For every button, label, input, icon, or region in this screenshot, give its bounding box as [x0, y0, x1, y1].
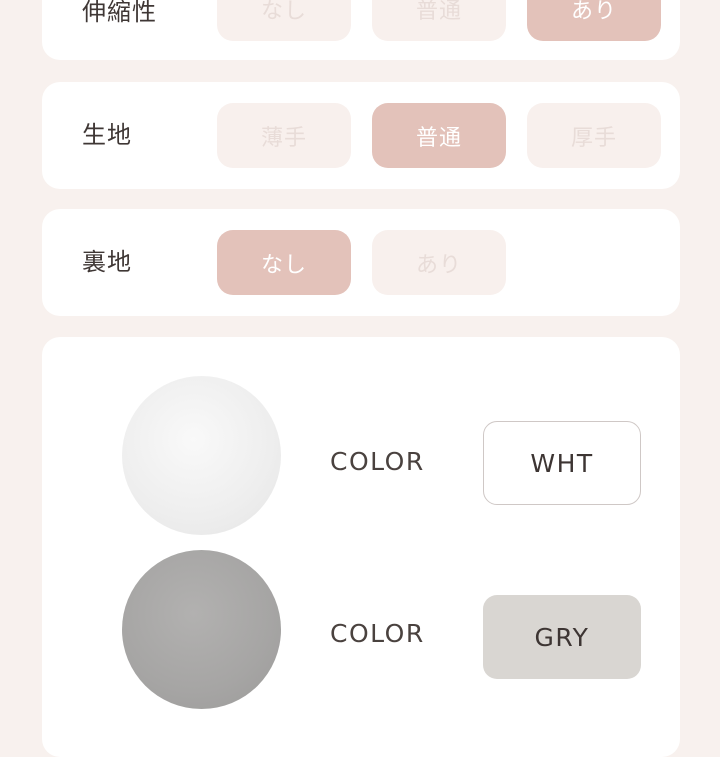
- color-code-white: WHT: [483, 421, 641, 505]
- color-code-gray: GRY: [483, 595, 641, 679]
- fabric-card: 生地 薄手 普通 厚手: [42, 82, 680, 189]
- color-label-gray: COLOR: [330, 619, 425, 648]
- color-swatch-gray: [122, 550, 281, 709]
- lining-card: 裏地 なし あり: [42, 209, 680, 316]
- stretch-option-normal[interactable]: 普通: [372, 0, 506, 41]
- stretch-option-yes[interactable]: あり: [527, 0, 661, 41]
- stretch-option-none[interactable]: なし: [217, 0, 351, 41]
- color-code-white-text: WHT: [530, 448, 594, 478]
- color-code-gray-text: GRY: [534, 622, 590, 652]
- fabric-option-normal[interactable]: 普通: [372, 103, 506, 168]
- lining-option-yes[interactable]: あり: [372, 230, 506, 295]
- stretch-label: 伸縮性: [82, 0, 157, 26]
- fabric-option-thin[interactable]: 薄手: [217, 103, 351, 168]
- fabric-label: 生地: [82, 121, 132, 149]
- color-swatch-white: [122, 376, 281, 535]
- colors-card: COLOR WHT COLOR GRY: [42, 337, 680, 757]
- lining-option-none[interactable]: なし: [217, 230, 351, 295]
- fabric-option-thick[interactable]: 厚手: [527, 103, 661, 168]
- lining-label: 裏地: [82, 248, 132, 276]
- color-label-white: COLOR: [330, 447, 425, 476]
- stretch-card: 伸縮性 なし 普通 あり: [42, 0, 680, 60]
